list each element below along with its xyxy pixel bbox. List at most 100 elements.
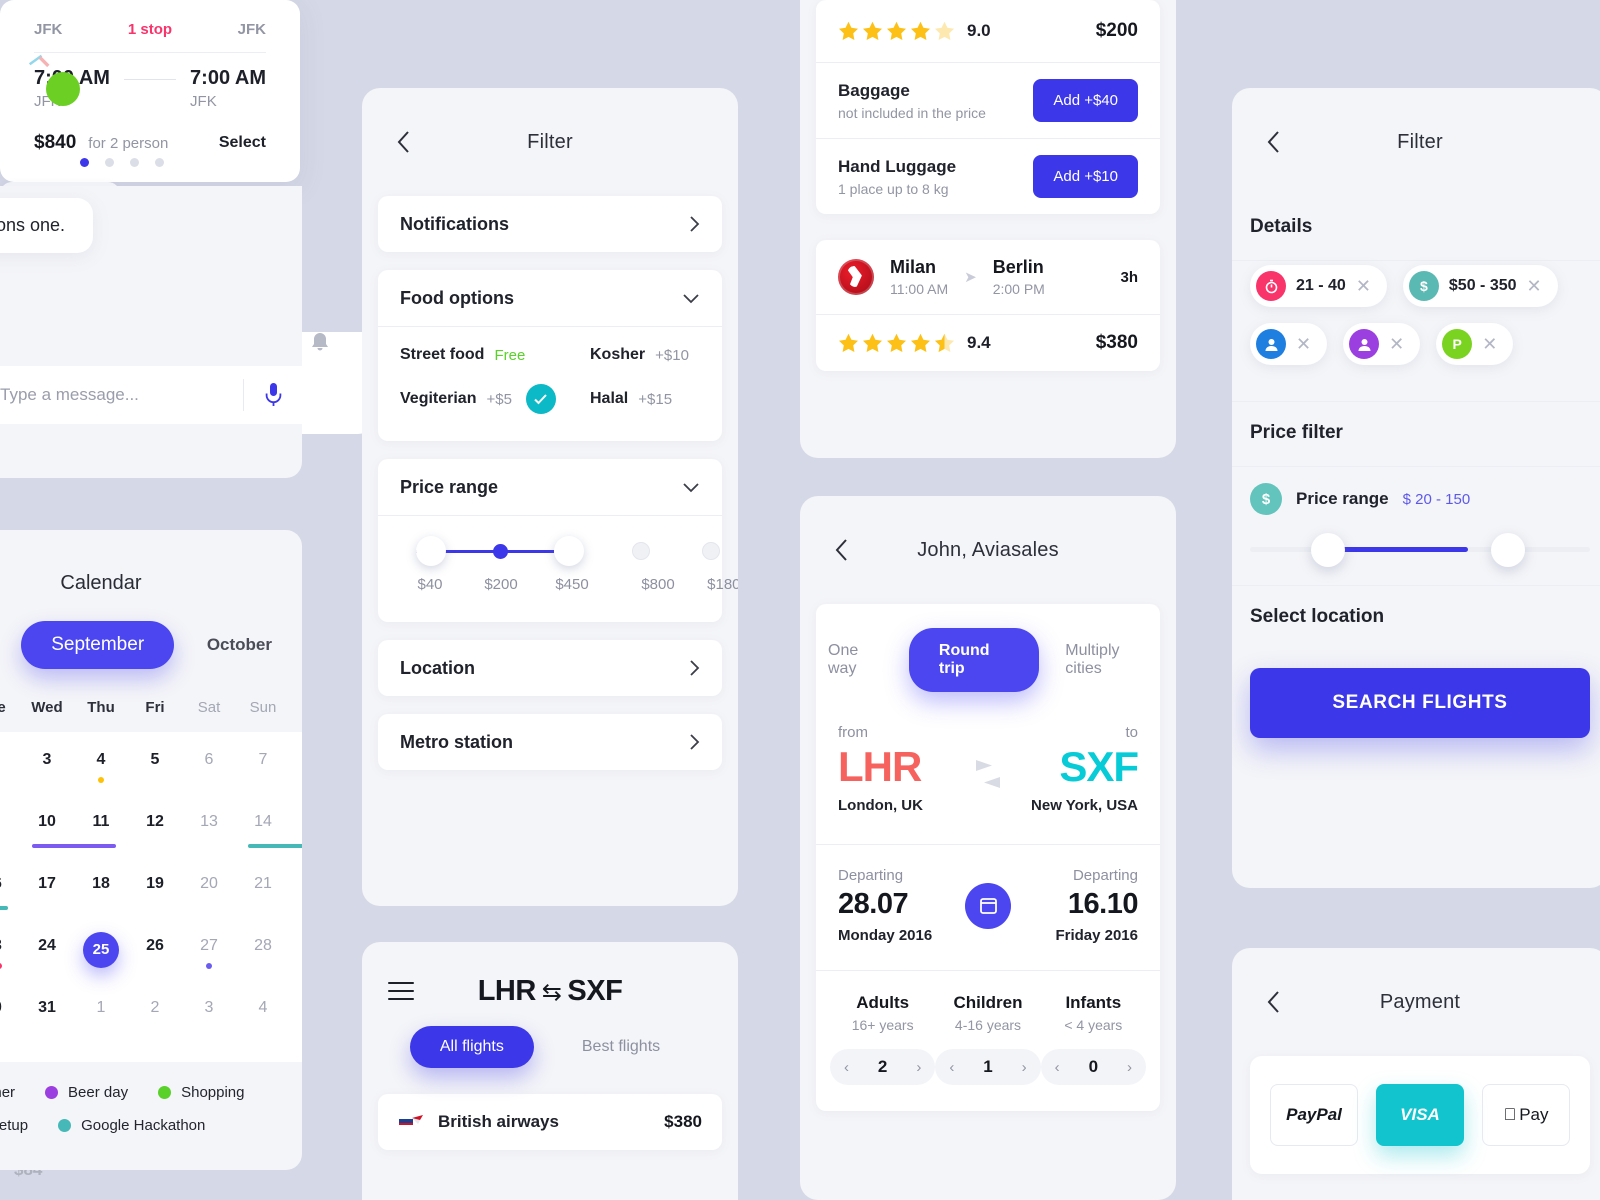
add-baggage-button[interactable]: Add +$40 [1033,79,1138,122]
calendar-day[interactable]: 3 [20,746,74,796]
chevron-left-icon[interactable] [390,129,416,155]
food-option[interactable]: Street food Free [400,346,590,364]
calendar-day[interactable]: 17 [20,870,74,920]
calendar-day[interactable]: 7 [236,746,290,796]
passenger-stepper[interactable]: ‹ 1 › [935,1049,1041,1085]
calendar-day[interactable]: 12 [128,808,182,858]
close-icon[interactable]: ✕ [1482,335,1497,353]
calendar-day[interactable]: 14 [236,808,302,858]
close-icon[interactable]: ✕ [1356,277,1371,295]
payment-methods-row[interactable]: PayPal VISA Pay [1250,1084,1590,1146]
filter-chip[interactable]: P ✕ [1436,323,1514,365]
microphone-icon[interactable] [244,383,302,407]
chevron-right-icon[interactable] [689,733,700,751]
food-options-grid[interactable]: Street food Free Kosher +$10 Vegiterian +$5 Ha… [378,327,722,441]
swap-icon[interactable]: ⇆ [536,979,568,1006]
calendar-day[interactable]: 27 [182,932,236,982]
flight-filter-tab[interactable]: Best flights [552,1026,690,1068]
food-option[interactable]: Vegiterian +$5 [400,384,590,414]
food-option[interactable]: Halal +$15 [590,390,672,408]
flight-filter-tabs[interactable]: All flights Best flights [362,1026,738,1068]
calendar-day[interactable]: 21 [236,870,290,920]
trip-type-tabs[interactable]: One way Round trip Multiply cities [816,604,1160,698]
add-hand-luggage-button[interactable]: Add +$10 [1033,155,1138,198]
trip-type-tab[interactable]: Multiply cities [1053,632,1160,688]
check-icon[interactable] [525,384,556,414]
next-month-button[interactable]: October [207,635,272,655]
flight-filter-tab[interactable]: All flights [409,1026,534,1068]
date-selector[interactable]: Departing 28.07 Monday 2016 Departing 16… [816,845,1160,970]
close-icon[interactable]: ✕ [1389,335,1404,353]
filter-chips[interactable]: 21 - 40 ✕ $ $50 - 350 ✕ ✕ ✕ P ✕ [1232,261,1600,401]
flight-summary-card[interactable]: Milan 11:00 AM ➤ Berlin 2:00 PM 3h 9.4 $… [816,240,1160,371]
calendar-grid[interactable]: 1234567891011121314151617181920212223242… [0,732,302,1062]
slider-tick-800[interactable] [632,542,650,560]
stepper-decrement[interactable]: ‹ [1055,1059,1060,1076]
calendar-day[interactable]: 2 [128,994,182,1044]
carousel-dot[interactable] [130,158,139,167]
calendar-day[interactable]: 30 [0,994,20,1044]
slider-knob-min[interactable] [416,536,446,566]
select-button[interactable]: Select [219,134,266,152]
price-range-header[interactable]: Price range [378,459,722,515]
food-option[interactable]: Kosher +$10 [590,346,689,364]
metro-station-row[interactable]: Metro station [378,714,722,770]
calendar-day[interactable]: 16 [0,870,20,920]
calendar-day[interactable]: 13 [182,808,236,858]
chevron-right-icon[interactable] [689,215,700,233]
from-field[interactable]: from LHR London, UK [838,724,959,814]
notifications-row[interactable]: Notifications [378,196,722,252]
stepper-decrement[interactable]: ‹ [949,1059,954,1076]
calendar-day[interactable]: 6 [182,746,236,796]
chevron-left-icon[interactable] [1260,129,1286,155]
calendar-day[interactable]: 1 [74,994,128,1044]
carousel-dot[interactable] [105,158,114,167]
stepper-decrement[interactable]: ‹ [844,1059,849,1076]
stepper-increment[interactable]: › [916,1059,921,1076]
close-icon[interactable]: ✕ [1296,335,1311,353]
calendar-day[interactable]: 31 [20,994,74,1044]
to-field[interactable]: to SXF New York, USA [1017,724,1139,814]
calendar-day[interactable]: 26 [128,932,182,982]
slider-tick-1800[interactable] [702,542,720,560]
price-range-slider[interactable]: $40 $200 $450 $800 $1800 [378,516,738,622]
chevron-down-icon[interactable] [682,482,700,493]
trip-type-tab[interactable]: One way [816,632,895,688]
calendar-day[interactable]: 11 [60,808,128,858]
filter-chip[interactable]: $ $50 - 350 ✕ [1402,265,1558,307]
slider-knob-min[interactable] [1311,533,1346,567]
calendar-day[interactable]: 4 [236,994,290,1044]
calendar-day[interactable]: 9 [0,808,20,858]
slider-knob-max[interactable] [1491,533,1526,567]
price-range-slider[interactable] [1250,533,1590,567]
calendar-icon[interactable] [965,882,1011,929]
chat-input-bar[interactable]: Type a message... [0,366,302,424]
month-switcher[interactable]: August September October [0,595,302,669]
close-icon[interactable]: ✕ [1527,277,1542,295]
calendar-day[interactable]: 5 [128,746,182,796]
chevron-right-icon[interactable] [689,659,700,677]
visa-button[interactable]: VISA [1376,1084,1464,1146]
bell-icon[interactable] [309,332,331,359]
location-row[interactable]: Location [378,640,722,696]
chevron-down-icon[interactable] [682,293,700,304]
calendar-day[interactable]: 24 [20,932,74,982]
calendar-day[interactable]: 10 [20,808,88,858]
slider-knob-mid[interactable] [493,544,508,559]
slider-knob-max[interactable] [554,536,584,566]
calendar-day[interactable]: 18 [74,870,128,920]
passenger-stepper[interactable]: ‹ 0 › [1040,1049,1146,1085]
current-month-button[interactable]: September [21,621,175,669]
passenger-stepper[interactable]: ‹ 2 › [830,1049,936,1085]
apple-pay-button[interactable]: Pay [1482,1084,1570,1146]
stepper-increment[interactable]: › [1127,1059,1132,1076]
calendar-day[interactable]: 28 [236,932,290,982]
calendar-day[interactable]: 2 [0,746,20,796]
airline-result-card[interactable]: British airways $380 [378,1094,722,1150]
carousel-dot[interactable] [155,158,164,167]
double-arrow-icon[interactable] [959,724,1017,790]
chevron-left-icon[interactable] [828,537,854,563]
search-flights-button[interactable]: SEARCH FLIGHTS [1250,668,1590,738]
food-options-header[interactable]: Food options [378,270,722,326]
depart-return-field[interactable]: Departing 16.10 Friday 2016 [1021,867,1138,944]
